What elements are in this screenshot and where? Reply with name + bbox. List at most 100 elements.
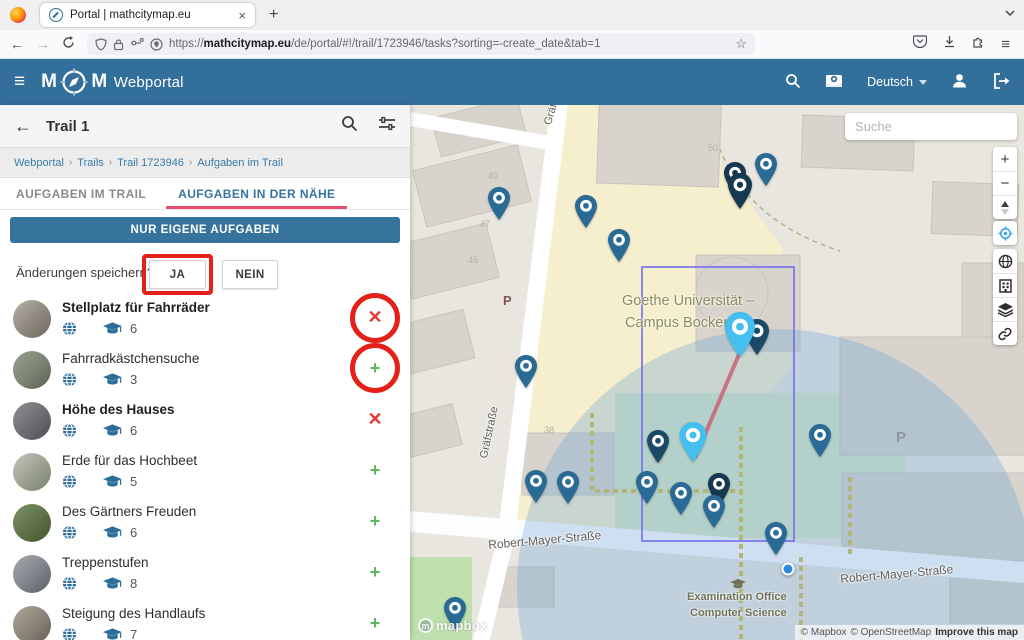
pocket-icon[interactable] [913, 35, 927, 53]
zoom-controls: + − [993, 147, 1017, 219]
map-pin[interactable] [755, 153, 777, 186]
remove-task-button[interactable]: ✕ [363, 407, 387, 431]
buildings-toggle-button[interactable] [993, 273, 1017, 297]
map-attribution: © Mapbox © OpenStreetMap Improve this ma… [795, 625, 1024, 640]
browser-menu-icon[interactable]: ≡ [1001, 36, 1010, 53]
save-prompt-label: Änderungen speichern? [16, 265, 154, 280]
grade-cap-icon [103, 577, 122, 591]
list-tabs-chevron-icon[interactable] [1004, 6, 1016, 24]
browser-tab[interactable]: Portal | mathcitymap.eu × [40, 3, 255, 27]
task-thumbnail [13, 606, 51, 640]
attribution-mapbox-link[interactable]: © Mapbox [801, 627, 847, 638]
improve-map-link[interactable]: Improve this map [935, 627, 1018, 638]
add-task-button[interactable]: + [363, 458, 387, 482]
add-task-button[interactable]: + [363, 611, 387, 635]
map-pin[interactable] [515, 355, 537, 388]
own-tasks-button[interactable]: NUR EIGENE AUFGABEN [10, 217, 400, 243]
grade-cap-icon [103, 322, 122, 336]
tab-aufgaben-im-trail[interactable]: AUFGABEN IM TRAIL [0, 178, 162, 209]
share-link-icon[interactable] [993, 321, 1017, 345]
globe-icon [62, 423, 77, 438]
zoom-out-button[interactable]: − [993, 171, 1017, 195]
add-task-button[interactable]: + [363, 356, 387, 380]
back-arrow-button[interactable]: ← [14, 116, 32, 137]
close-tab-icon[interactable]: × [238, 8, 246, 23]
attribution-osm-link[interactable]: © OpenStreetMap [850, 627, 931, 638]
task-thumbnail [13, 300, 51, 338]
downloads-icon[interactable] [943, 35, 956, 53]
remove-task-button[interactable]: ✕ [363, 305, 387, 329]
browser-tab-strip: Portal | mathcitymap.eu × + [0, 0, 1024, 30]
globe-icon [62, 372, 77, 387]
task-row[interactable]: Höhe des Hauses 6 ✕ [0, 397, 410, 448]
task-title: Stellplatz für Fahrräder [62, 300, 210, 315]
breadcrumb-webportal[interactable]: Webportal [14, 157, 64, 169]
task-row[interactable]: Fahrradkästchensuche 3 + [0, 346, 410, 397]
location-permission-icon[interactable] [150, 38, 163, 51]
back-button[interactable]: ← [10, 36, 24, 52]
map-pin[interactable] [809, 424, 831, 457]
add-task-button[interactable]: + [363, 509, 387, 533]
grade-value: 6 [130, 525, 137, 540]
add-task-button[interactable]: + [363, 560, 387, 584]
new-tab-button[interactable]: + [269, 6, 278, 24]
address-bar[interactable]: https://mathcitymap.eu/de/portal/#!/trai… [87, 33, 755, 55]
task-row[interactable]: Stellplatz für Fahrräder 6 ✕ [0, 295, 410, 346]
tab-aufgaben-in-der-naehe[interactable]: AUFGABEN IN DER NÄHE [162, 178, 351, 209]
shield-icon[interactable] [95, 38, 107, 51]
account-icon[interactable] [951, 72, 968, 92]
task-row[interactable]: Erde für das Hochbeet 5 + [0, 448, 410, 499]
map-pin[interactable] [728, 173, 752, 209]
grade-value: 6 [130, 423, 137, 438]
layers-icon[interactable] [993, 297, 1017, 321]
geolocate-button[interactable] [993, 221, 1017, 245]
firefox-icon[interactable] [10, 7, 26, 23]
mcm-logo[interactable]: M M Webportal [41, 67, 184, 97]
save-no-button[interactable]: NEIN [222, 260, 278, 289]
map-point-marker[interactable] [782, 563, 795, 576]
url-text: https://mathcitymap.eu/de/portal/#!/trai… [169, 38, 729, 50]
task-row[interactable]: Steigung des Handlaufs 7 + [0, 601, 410, 640]
panel-search-icon[interactable] [341, 115, 358, 137]
mapbox-logo[interactable]: m mapbox [418, 618, 488, 633]
map-pin[interactable] [703, 495, 725, 528]
map-pin[interactable] [608, 229, 630, 262]
map-pin[interactable] [647, 430, 669, 463]
save-yes-button[interactable]: JA [149, 260, 206, 289]
language-selector[interactable]: Deutsch [867, 75, 927, 89]
compass-reset-button[interactable] [993, 195, 1017, 219]
map-pin[interactable] [636, 471, 658, 504]
globe-icon [62, 576, 77, 591]
reload-button[interactable] [62, 36, 75, 52]
filter-sliders-icon[interactable] [378, 116, 396, 137]
geolocate-control [993, 221, 1017, 245]
extensions-icon[interactable] [972, 35, 985, 53]
task-row[interactable]: Treppenstufen 8 + [0, 550, 410, 601]
map-pin[interactable] [575, 195, 597, 228]
task-row[interactable]: Des Gärtners Freuden 6 + [0, 499, 410, 550]
permissions-icon[interactable] [130, 38, 144, 50]
map-pin[interactable] [557, 471, 579, 504]
map-pin-active[interactable] [725, 312, 755, 357]
sidebar-menu-icon[interactable]: ≡ [14, 71, 25, 93]
map-search-input[interactable] [845, 113, 1017, 140]
task-title: Des Gärtners Freuden [62, 504, 196, 519]
worldwide-tasks-button[interactable] [993, 249, 1017, 273]
zoom-in-button[interactable]: + [993, 147, 1017, 171]
map-base [410, 105, 1024, 640]
breadcrumb-tasks[interactable]: Aufgaben im Trail [197, 157, 283, 169]
map-pin[interactable] [765, 522, 787, 555]
map[interactable]: Gräfstraße Gräfstraße Robert-Mayer-Straß… [410, 105, 1024, 640]
map-pin-active[interactable] [680, 422, 707, 462]
search-icon[interactable] [785, 73, 801, 92]
forward-button[interactable]: → [36, 36, 50, 52]
inbox-icon[interactable] [825, 73, 843, 91]
bookmark-star-icon[interactable]: ☆ [735, 36, 747, 52]
logout-icon[interactable] [992, 73, 1010, 92]
map-pin[interactable] [488, 187, 510, 220]
breadcrumb-trails[interactable]: Trails [77, 157, 103, 169]
map-pin[interactable] [670, 482, 692, 515]
lock-icon[interactable] [113, 38, 124, 51]
map-pin[interactable] [525, 470, 547, 503]
breadcrumb-trail-id[interactable]: Trail 1723946 [117, 157, 184, 169]
